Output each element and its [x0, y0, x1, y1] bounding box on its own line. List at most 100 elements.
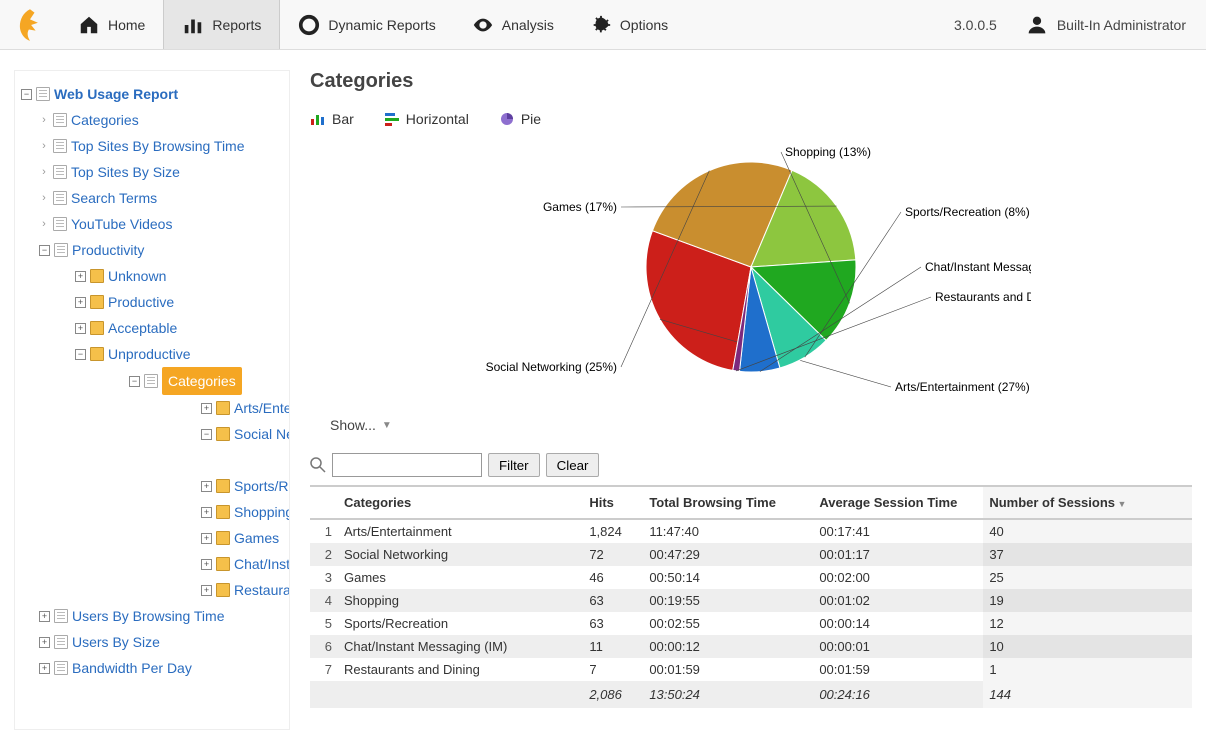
folder-icon — [216, 583, 230, 597]
nav-reports[interactable]: Reports — [163, 0, 280, 49]
folder-icon — [90, 321, 104, 335]
filter-button[interactable]: Filter — [488, 453, 540, 477]
page-title: Categories — [310, 70, 1192, 93]
tree-shopping[interactable]: +Shopping — [201, 499, 283, 525]
nav-analysis-label: Analysis — [502, 17, 554, 33]
table-row[interactable]: 7Restaurants and Dining700:01:5900:01:59… — [310, 658, 1192, 681]
tree-dining[interactable]: +Restaurants and Dini — [201, 577, 283, 603]
col-sessions[interactable]: Number of Sessions — [983, 487, 1192, 519]
nav-reports-label: Reports — [212, 17, 261, 33]
show-dropdown[interactable]: Show... ▼ — [310, 417, 1192, 433]
nav-options[interactable]: Options — [572, 0, 686, 49]
pie-label: Social Networking (25%) — [486, 360, 617, 374]
tree-youtube[interactable]: ›YouTube Videos — [39, 211, 283, 237]
page-icon — [54, 635, 68, 649]
folder-icon — [90, 295, 104, 309]
total-avg: 00:24:16 — [813, 681, 983, 708]
tree-search-terms[interactable]: ›Search Terms — [39, 185, 283, 211]
pie-chart: Arts/Entertainment (27%) Social Networkin… — [310, 137, 1192, 397]
filter-input[interactable] — [332, 453, 482, 477]
tree-social[interactable]: −Social Networking — [201, 421, 283, 447]
chart-type-pie[interactable]: Pie — [499, 111, 541, 127]
tree-productive[interactable]: +Productive — [75, 289, 283, 315]
folder-icon — [216, 505, 230, 519]
pie-icon — [499, 112, 515, 126]
report-tree: −Web Usage Report ›Categories ›Top Sites… — [14, 70, 290, 730]
pie-label: Restaurants and Dining (<1%) — [935, 290, 1031, 304]
total-time: 13:50:24 — [643, 681, 813, 708]
topbar: Home Reports Dynamic Reports Analysis Op… — [0, 0, 1206, 50]
caret-down-icon: ▼ — [382, 420, 392, 431]
version-label: 3.0.0.5 — [954, 17, 997, 33]
tree-acceptable[interactable]: +Acceptable — [75, 315, 283, 341]
bar-icon — [310, 112, 326, 126]
nav-home[interactable]: Home — [60, 0, 163, 49]
pie-label: Shopping (13%) — [785, 145, 871, 159]
nav-dynamic[interactable]: Dynamic Reports — [280, 0, 453, 49]
tree-games[interactable]: +Games — [201, 525, 283, 551]
tree-arts[interactable]: +Arts/Entertainment — [201, 395, 283, 421]
col-avg[interactable]: Average Session Time — [813, 487, 983, 519]
clear-button[interactable]: Clear — [546, 453, 600, 477]
tree-topsites-time[interactable]: ›Top Sites By Browsing Time — [39, 133, 283, 159]
nav-analysis[interactable]: Analysis — [454, 0, 572, 49]
table-row[interactable]: 6Chat/Instant Messaging (IM)1100:00:1200… — [310, 635, 1192, 658]
main-nav: Home Reports Dynamic Reports Analysis Op… — [60, 0, 686, 49]
categories-table: Categories Hits Total Browsing Time Aver… — [310, 487, 1192, 708]
tree-categories[interactable]: ›Categories — [39, 107, 283, 133]
table-row[interactable]: 2Social Networking7200:47:2900:01:1737 — [310, 543, 1192, 566]
tree-chat[interactable]: +Chat/Instant Messag — [201, 551, 283, 577]
tree-unknown[interactable]: +Unknown — [75, 263, 283, 289]
total-sessions: 144 — [983, 681, 1192, 708]
table-row[interactable]: 1Arts/Entertainment1,82411:47:4000:17:41… — [310, 519, 1192, 543]
pie-label: Games (17%) — [543, 200, 617, 214]
pie-label: Arts/Entertainment (27%) — [895, 380, 1030, 394]
folder-icon — [90, 347, 104, 361]
tree-unprod-categories[interactable]: −Categories — [129, 367, 283, 395]
table-row[interactable]: 4Shopping6300:19:5500:01:0219 — [310, 589, 1192, 612]
main-panel: Categories Bar Horizontal Pie Arts/Enter… — [310, 70, 1192, 730]
home-icon — [78, 14, 100, 36]
gear-icon — [590, 14, 612, 36]
page-icon — [310, 418, 324, 432]
tree-bandwidth[interactable]: +Bandwidth Per Day — [39, 655, 283, 681]
search-icon — [310, 457, 326, 473]
app-logo — [0, 7, 60, 43]
tree-productivity[interactable]: −Productivity — [39, 237, 283, 263]
horizontal-bar-icon — [384, 112, 400, 126]
folder-icon — [216, 401, 230, 415]
tree-users-time[interactable]: +Users By Browsing Time — [39, 603, 283, 629]
col-categories[interactable]: Categories — [338, 487, 583, 519]
nav-dynamic-label: Dynamic Reports — [328, 17, 435, 33]
bar-chart-icon — [182, 14, 204, 36]
folder-icon — [216, 479, 230, 493]
user-menu[interactable]: Built-In Administrator — [1027, 15, 1186, 35]
col-hits[interactable]: Hits — [583, 487, 643, 519]
tree-users-size[interactable]: +Users By Size — [39, 629, 283, 655]
table-row[interactable]: 5Sports/Recreation6300:02:5500:00:1412 — [310, 612, 1192, 635]
page-icon — [53, 191, 67, 205]
tree-topsites-size[interactable]: ›Top Sites By Size — [39, 159, 283, 185]
total-hits: 2,086 — [583, 681, 643, 708]
pie-label: Sports/Recreation (8%) — [905, 205, 1030, 219]
report-icon — [36, 87, 50, 101]
chart-type-bar[interactable]: Bar — [310, 111, 354, 127]
tree-root[interactable]: −Web Usage Report — [21, 81, 283, 107]
pie-label: Chat/Instant Messaging (IM) (6%) — [925, 260, 1031, 274]
page-icon — [54, 661, 68, 675]
page-icon — [54, 243, 68, 257]
donut-icon — [298, 14, 320, 36]
folder-icon — [216, 557, 230, 571]
chart-type-horizontal[interactable]: Horizontal — [384, 111, 469, 127]
page-icon — [53, 165, 67, 179]
folder-icon — [216, 531, 230, 545]
filter-bar: Filter Clear — [310, 449, 1192, 487]
tree-unproductive[interactable]: −Unproductive — [75, 341, 283, 367]
user-label: Built-In Administrator — [1057, 17, 1186, 33]
page-icon — [53, 139, 67, 153]
page-icon — [53, 113, 67, 127]
nav-home-label: Home — [108, 17, 145, 33]
table-row[interactable]: 3Games4600:50:1400:02:0025 — [310, 566, 1192, 589]
col-total[interactable]: Total Browsing Time — [643, 487, 813, 519]
tree-sports[interactable]: +Sports/Recreation — [201, 473, 283, 499]
